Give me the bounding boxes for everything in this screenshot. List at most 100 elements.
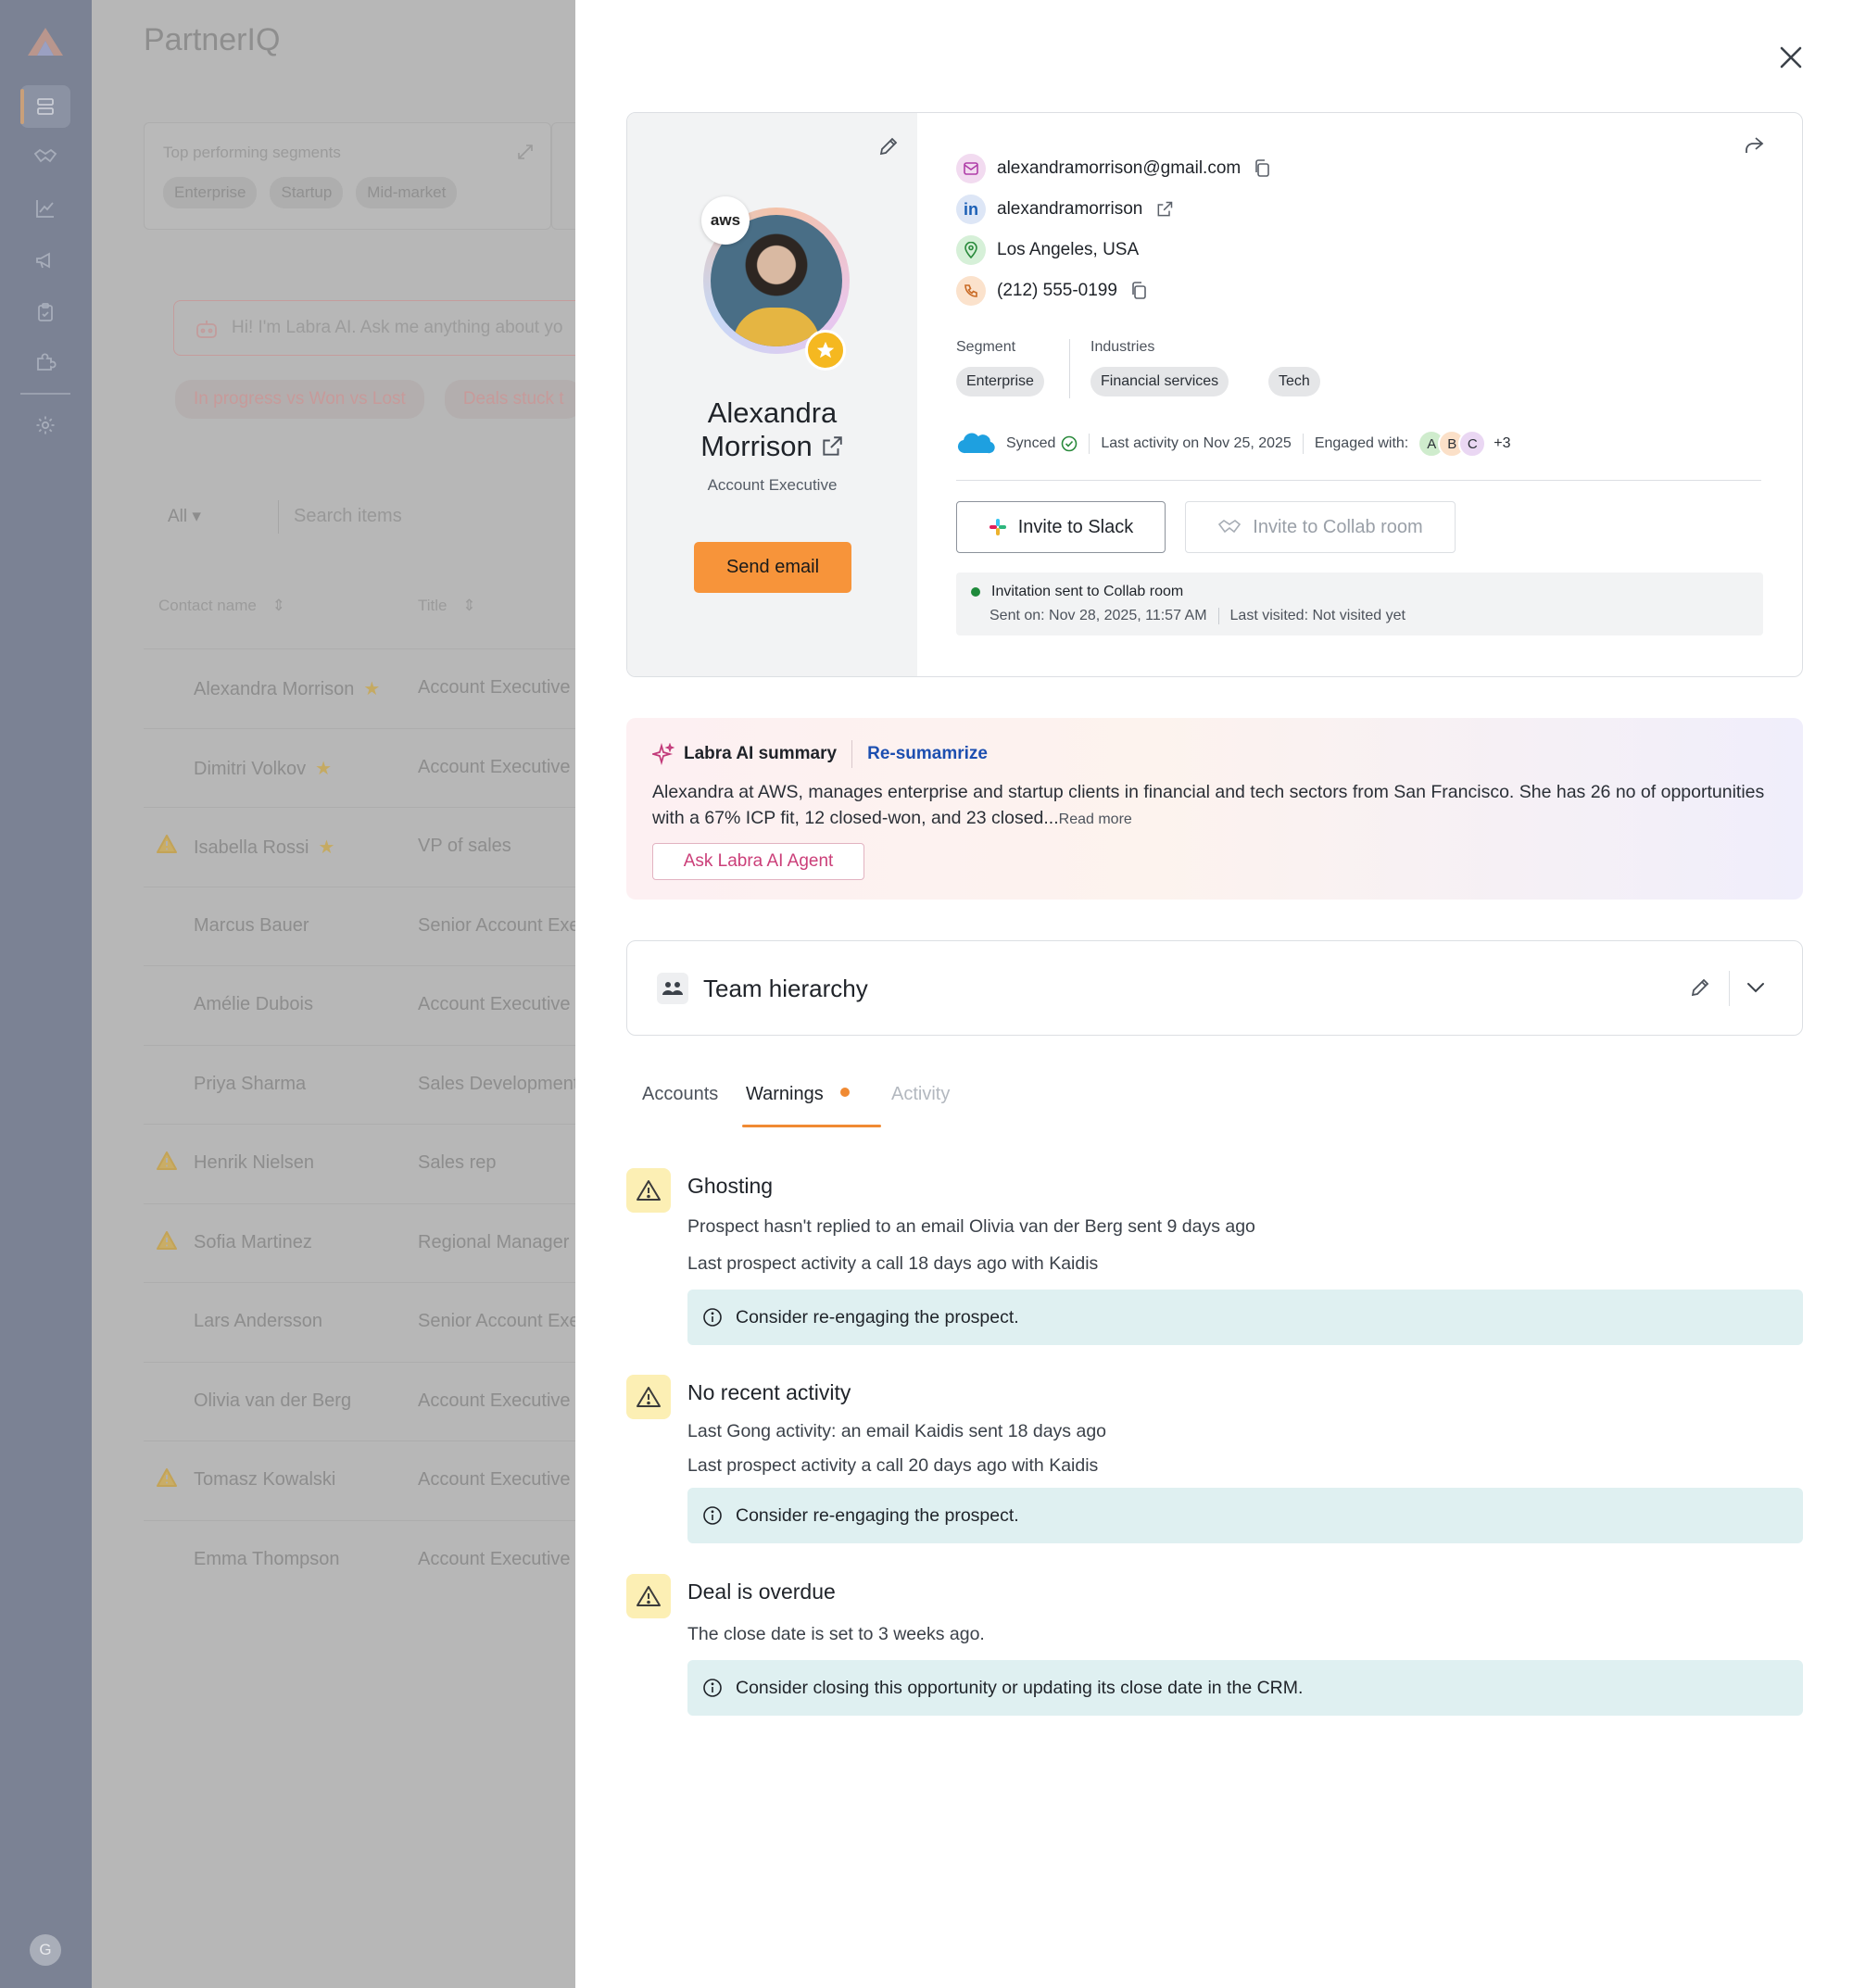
user-avatar[interactable]: G [30, 1934, 61, 1966]
tab-warnings-label: Warnings [746, 1084, 824, 1104]
robot-icon [196, 321, 217, 338]
share-icon[interactable] [1743, 135, 1765, 156]
table-row[interactable]: VP of sales Isabella Rossi ★ [144, 807, 575, 885]
location-value: Los Angeles, USA [997, 240, 1140, 259]
sync-status: Synced [1006, 435, 1056, 451]
team-hierarchy-title: Team hierarchy [703, 975, 868, 1002]
warning-icon [157, 1468, 177, 1487]
linkedin-value[interactable]: alexandramorrison [997, 199, 1142, 220]
background-page: PartnerIQ Top performing segments Enterp… [92, 0, 575, 1988]
contact-name[interactable]: Alexandra Morrison ★ [194, 677, 380, 700]
edit-pencil-icon[interactable] [1689, 976, 1711, 999]
clipboard-icon [38, 303, 53, 321]
nav-item-tasks[interactable] [20, 291, 70, 333]
warning-recommendation-text: Consider re-engaging the prospect. [736, 1504, 1019, 1526]
suggestion-pill[interactable]: In progress vs Won vs Lost [175, 380, 424, 419]
industry-chip: Financial services [1090, 367, 1229, 396]
table-row[interactable]: Account Executive Dimitri Volkov ★ [144, 727, 575, 806]
ask-ai-agent-button[interactable]: Ask Labra AI Agent [652, 843, 864, 880]
team-hierarchy-section[interactable]: Team hierarchy [626, 940, 1803, 1036]
contact-title: Senior Account Exe [418, 914, 575, 936]
table-row[interactable]: Henrik Nielsen Sales rep [144, 1124, 575, 1202]
gear-icon [36, 416, 55, 434]
external-link-icon[interactable] [820, 434, 844, 459]
engaged-avatars[interactable]: ABC [1408, 430, 1487, 458]
ai-summary-divider [851, 740, 853, 768]
segments-card-2 [551, 122, 575, 230]
tab-warnings[interactable]: Warnings [742, 1084, 881, 1127]
close-icon[interactable] [1772, 39, 1809, 76]
ai-chat-input[interactable]: Hi! I'm Labra AI. Ask me anything about … [173, 300, 575, 356]
read-more-link[interactable]: Read more [1059, 812, 1132, 827]
ai-summary-card: Labra AI summary Re-sumamrize Alexandra … [626, 718, 1803, 900]
salesforce-icon [957, 433, 995, 454]
filter-dropdown[interactable]: All ▾ [168, 506, 201, 527]
edit-pencil-icon[interactable] [877, 135, 900, 157]
segment-chip[interactable]: Enterprise [163, 177, 258, 208]
chevron-down-icon[interactable] [1745, 978, 1767, 997]
warning-detail: Last prospect activity a call 18 days ag… [687, 1253, 1099, 1274]
invite-slack-button[interactable]: Invite to Slack [956, 501, 1166, 553]
table-row[interactable]: Amélie Dubois Account Executive [144, 965, 575, 1043]
contact-title: Account Executive [418, 677, 571, 698]
profile-summary: aws Alexandra Morrison Account Executive… [627, 113, 917, 676]
team-divider [1729, 971, 1730, 1006]
email-row: alexandramorrison@gmail.com [956, 154, 1270, 183]
star-icon: ★ [315, 758, 333, 779]
table-row[interactable]: Tomasz Kowalski Account Executive [144, 1441, 575, 1518]
industry-chip: Tech [1268, 367, 1320, 396]
table-row[interactable]: Priya Sharma Sales Development [144, 1044, 575, 1123]
contact-title: Sales Development [418, 1073, 575, 1094]
ai-chat-placeholder: Hi! I'm Labra AI. Ask me anything about … [232, 318, 563, 337]
external-link-icon[interactable] [1155, 200, 1174, 219]
contact-name[interactable]: Henrik Nielsen [194, 1152, 314, 1174]
nav-item-settings[interactable] [20, 404, 70, 447]
send-email-button[interactable]: Send email [694, 542, 851, 593]
phone-value[interactable]: (212) 555-0199 [997, 281, 1117, 301]
nav-item-partners[interactable] [20, 135, 70, 178]
table-row[interactable]: Emma Thompson Account Executive [144, 1519, 575, 1598]
column-header-title[interactable]: Title ⇕ [418, 597, 475, 615]
contact-name[interactable]: Priya Sharma [194, 1074, 306, 1095]
table-row[interactable]: Lars Andersson Senior Account Exe [144, 1282, 575, 1360]
tab-accounts[interactable]: Accounts [642, 1084, 718, 1105]
contact-name[interactable]: Lars Andersson [194, 1311, 322, 1332]
contact-name[interactable]: Dimitri Volkov ★ [194, 757, 332, 780]
column-header-contact[interactable]: Contact name ⇕ [158, 597, 285, 615]
email-value[interactable]: alexandramorrison@gmail.com [997, 158, 1241, 179]
table-row[interactable]: Account Executive Alexandra Morrison ★ [144, 648, 575, 726]
contact-title: Sales rep [418, 1152, 497, 1173]
table-row[interactable]: Sofia Martinez Regional Manager [144, 1202, 575, 1281]
contact-name[interactable]: Emma Thompson [194, 1549, 339, 1570]
app-title: PartnerIQ [144, 22, 281, 57]
segment-chip[interactable]: Startup [270, 177, 344, 208]
tab-activity[interactable]: Activity [891, 1084, 950, 1105]
contact-name[interactable]: Sofia Martinez [194, 1232, 312, 1253]
copy-icon[interactable] [1254, 159, 1270, 178]
segments-card: Top performing segments Enterprise Start… [144, 122, 551, 230]
contact-name[interactable]: Marcus Bauer [194, 915, 309, 937]
warning-detail: Last Gong activity: an email Kaidis sent… [687, 1421, 1107, 1441]
invite-collab-button[interactable]: Invite to Collab room [1185, 501, 1456, 553]
nav-item-campaigns[interactable] [20, 239, 70, 282]
warning-recommendation-text: Consider closing this opportunity or upd… [736, 1677, 1304, 1698]
layers-icon [37, 98, 54, 115]
nav-item-layers[interactable] [20, 85, 70, 128]
contact-name[interactable]: Amélie Dubois [194, 994, 313, 1015]
table-row[interactable]: Marcus Bauer Senior Account Exe [144, 886, 575, 964]
contact-name[interactable]: Olivia van der Berg [194, 1390, 351, 1412]
nav-item-analytics[interactable] [20, 187, 70, 230]
resummarize-link[interactable]: Re-sumamrize [867, 744, 988, 764]
suggestion-pill[interactable]: Deals stuck t [444, 380, 575, 419]
engaged-avatar[interactable]: C [1458, 430, 1487, 458]
engaged-more[interactable]: +3 [1494, 435, 1510, 452]
ai-summary-body: Alexandra at AWS, manages enterprise and… [652, 779, 1773, 833]
segment-chip[interactable]: Mid-market [356, 177, 458, 208]
nav-item-integrations[interactable] [20, 341, 70, 384]
copy-icon[interactable] [1130, 282, 1147, 300]
contact-name[interactable]: Isabella Rossi ★ [194, 836, 334, 859]
contact-name[interactable]: Tomasz Kowalski [194, 1469, 335, 1491]
search-input[interactable]: Search items [294, 506, 402, 527]
expand-icon[interactable] [517, 144, 534, 160]
table-row[interactable]: Olivia van der Berg Account Executive [144, 1361, 575, 1440]
